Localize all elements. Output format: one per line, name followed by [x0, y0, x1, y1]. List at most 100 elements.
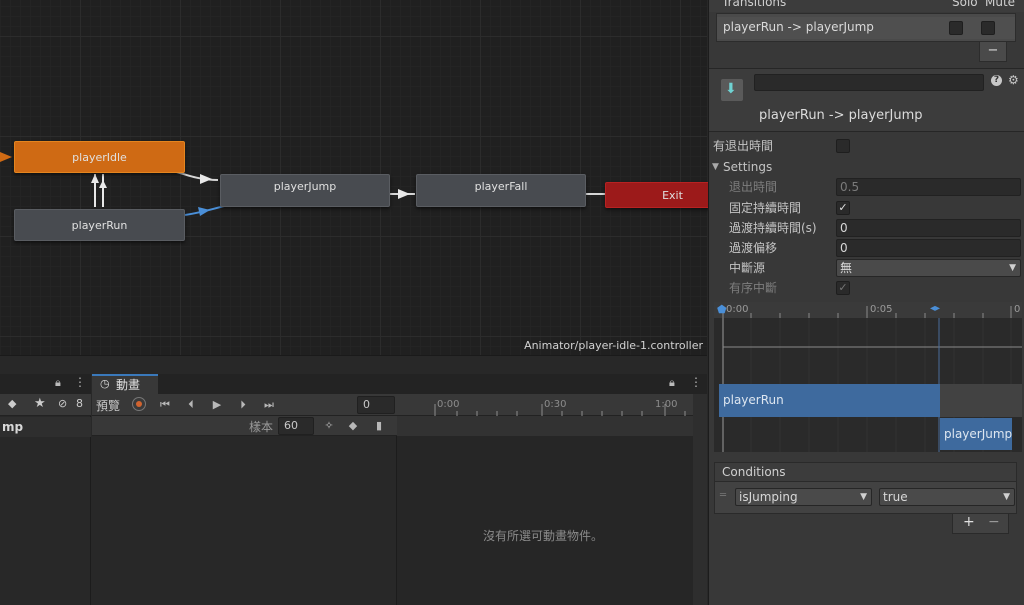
to-state-bar[interactable]: playerJump	[940, 418, 1012, 450]
arrow-right-icon	[398, 189, 410, 199]
exit-time-row: 退出時間 0.5	[709, 177, 1024, 197]
transition-duration-field[interactable]: 0	[836, 219, 1021, 237]
ordered-interruption-label: 有序中斷	[729, 281, 778, 295]
lock-icon[interactable]: 🔒︎	[669, 376, 675, 390]
first-key-icon[interactable]: ⏮	[156, 396, 174, 414]
next-key-icon[interactable]: ⏵	[234, 396, 252, 414]
chevron-down-icon: ▼	[1009, 263, 1016, 273]
property-list	[92, 436, 397, 605]
fixed-duration-checkbox[interactable]: ✓	[836, 201, 850, 215]
lock-icon[interactable]: 🔒︎	[55, 376, 61, 390]
preview-toggle[interactable]: 預覽	[96, 397, 120, 414]
time-ruler[interactable]: 0:00 0:30 1:00	[397, 394, 707, 416]
samples-label: 樣本	[249, 420, 274, 434]
animation-panel: 🔒︎ ⋮ ◆ ★ ⊘ 8 mp ◷ 動畫 🔒︎ ⋮ 預覽 ⏮ ⏴ ▶ ⏵ ⏭ 0…	[0, 355, 707, 605]
arrow-up-icon	[99, 180, 107, 188]
event-track[interactable]	[397, 416, 693, 436]
exit-time-label: 退出時間	[729, 180, 778, 194]
menu-icon[interactable]: ⋮	[74, 375, 86, 389]
condition-parameter-dropdown[interactable]: isJumping ▼	[735, 488, 872, 506]
star-icon[interactable]: ★	[34, 396, 46, 411]
transition-name-field[interactable]	[754, 74, 984, 91]
state-label: playerJump	[273, 180, 337, 193]
transition-marker-icon[interactable]: ◂▸	[930, 303, 940, 314]
condition-value-dropdown[interactable]: true ▼	[879, 488, 1015, 506]
add-keyframe-icon[interactable]: ✧	[320, 417, 338, 435]
transition-offset-row: 過渡偏移 0	[709, 238, 1024, 258]
dopesheet-area[interactable]: 沒有所選可動畫物件。	[397, 436, 693, 605]
from-state-label: playerRun	[723, 393, 784, 407]
timeline-tick-label: 0	[1014, 304, 1021, 315]
controller-path: Animator/player-idle-1.controller	[524, 339, 703, 352]
left-item[interactable]: mp	[0, 417, 91, 437]
state-node-run[interactable]: playerRun	[14, 209, 185, 241]
state-node-fall[interactable]: playerFall	[416, 174, 586, 207]
tab-animation[interactable]: ◷ 動畫	[92, 374, 158, 394]
frame-field[interactable]: 0	[357, 396, 395, 414]
play-icon[interactable]: ▶	[208, 396, 226, 414]
add-event-icon[interactable]: ▮	[370, 417, 388, 435]
exit-time-field: 0.5	[836, 178, 1021, 196]
transition-offset-field[interactable]: 0	[836, 239, 1021, 257]
solo-checkbox[interactable]	[949, 21, 963, 35]
solo-label: Solo	[952, 0, 978, 9]
anim-toolbar: 預覽 ⏮ ⏴ ▶ ⏵ ⏭ 0	[92, 394, 397, 416]
has-exit-time-label: 有退出時間	[713, 139, 774, 153]
tag-icon[interactable]: ◆	[8, 397, 16, 410]
settings-foldout[interactable]: ▼ Settings	[709, 157, 1024, 177]
chevron-down-icon: ▼	[1003, 492, 1010, 502]
timeline-ruler: 0:00 0:05 0 ⬟ ◂▸	[714, 302, 1022, 318]
add-key-icon[interactable]: ◆	[344, 417, 362, 435]
remove-condition-button[interactable]: −	[988, 514, 1000, 530]
left-subpanel: 🔒︎ ⋮ ◆ ★ ⊘ 8 mp	[0, 374, 91, 605]
state-label: playerFall	[474, 180, 528, 193]
foldout-arrow-icon: ▼	[712, 162, 719, 172]
transition-subtitle: playerRun -> playerJump	[759, 108, 923, 123]
has-exit-time-checkbox[interactable]	[836, 139, 850, 153]
from-state-bar[interactable]: playerRun	[719, 384, 940, 417]
condition-value: true	[883, 490, 908, 504]
unity-editor: playerIdle playerRun playerJump playerFa…	[0, 0, 1024, 605]
drag-handle-icon[interactable]: ═	[720, 490, 726, 501]
has-exit-time-row: 有退出時間	[709, 136, 1024, 156]
entry-arrow	[0, 152, 12, 162]
from-state-bar-tail	[940, 384, 1022, 417]
add-condition-button[interactable]: +	[963, 514, 975, 530]
interruption-source-dropdown[interactable]: 無 ▼	[836, 259, 1021, 277]
ruler-tick-label: 0:30	[544, 399, 567, 410]
menu-icon[interactable]: ⋮	[690, 375, 702, 389]
scrollbar[interactable]	[693, 394, 707, 605]
transitions-list: playerRun -> playerJump	[716, 13, 1016, 42]
interruption-source-value: 無	[840, 261, 853, 275]
prev-key-icon[interactable]: ⏴	[182, 396, 200, 414]
remove-transition-button[interactable]: −	[979, 42, 1007, 62]
fixed-duration-label: 固定持續時間	[729, 201, 802, 215]
arrow-up-icon	[91, 174, 99, 183]
transition-icon: ⬇	[721, 79, 743, 101]
settings-gear-icon[interactable]: ⚙	[1008, 73, 1019, 87]
animator-graph[interactable]: playerIdle playerRun playerJump playerFa…	[0, 0, 740, 355]
timeline-tick-label: 0:00	[726, 304, 749, 315]
left-tabbar: 🔒︎ ⋮	[0, 374, 91, 394]
record-button[interactable]	[132, 397, 146, 411]
help-icon[interactable]: ?	[991, 75, 1002, 86]
mute-checkbox[interactable]	[981, 21, 995, 35]
record-icon	[136, 401, 142, 407]
transition-timeline[interactable]: 0:00 0:05 0 ⬟ ◂▸ playerRun playerJump	[714, 302, 1022, 452]
start-marker-icon[interactable]: ⬟	[717, 303, 727, 316]
last-key-icon[interactable]: ⏭	[260, 396, 278, 414]
samples-field[interactable]: 60	[278, 417, 314, 435]
state-node-idle[interactable]: playerIdle	[14, 141, 185, 173]
transition-list-item[interactable]: playerRun -> playerJump	[717, 17, 1015, 39]
state-label: playerIdle	[72, 150, 127, 164]
transition-duration-label: 過渡持續時間(s)	[729, 221, 817, 235]
left-toolbar: ◆ ★ ⊘ 8	[0, 394, 91, 416]
conditions-list: ═ isJumping ▼ true ▼	[714, 482, 1017, 514]
ordered-interruption-row: 有序中斷 ✓	[709, 278, 1024, 298]
hidden-eye-icon[interactable]: ⊘	[58, 397, 67, 410]
inspector-panel: Transitions Solo Mute playerRun -> playe…	[708, 0, 1024, 605]
state-node-jump[interactable]: playerJump	[220, 174, 390, 207]
transition-header: ⬇ ? ⚙ playerRun -> playerJump	[709, 69, 1024, 132]
conditions-header: Conditions	[714, 462, 1017, 482]
transition-duration-row: 過渡持續時間(s) 0	[709, 218, 1024, 238]
